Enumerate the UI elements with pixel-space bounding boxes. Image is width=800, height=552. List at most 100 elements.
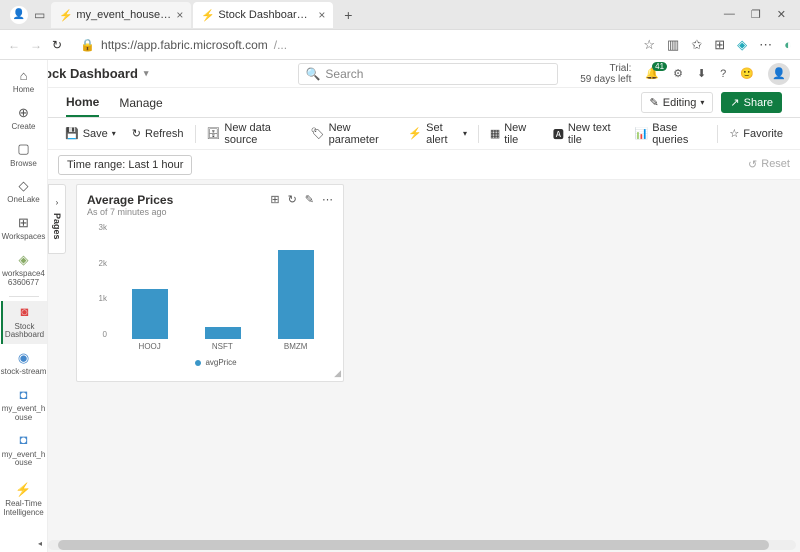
time-range-selector[interactable]: Time range: Last 1 hour: [58, 155, 192, 175]
separator: [9, 296, 39, 297]
url-text: https://app.fabric.microsoft.com: [101, 38, 268, 52]
url-path: /...: [274, 38, 287, 52]
rail-create[interactable]: ⊕ Create: [1, 101, 47, 136]
settings-icon[interactable]: ⚙: [673, 67, 683, 80]
more-tile-icon[interactable]: ⋯: [322, 193, 333, 206]
scroll-left-icon[interactable]: ◂: [38, 539, 42, 548]
url-input[interactable]: 🔒 https://app.fabric.microsoft.com /...: [72, 38, 633, 52]
new-parameter-button[interactable]: 🏷New parameter: [304, 118, 400, 150]
queries-icon: 📊: [635, 127, 649, 140]
reset-button[interactable]: ↺Reset: [748, 158, 790, 171]
edit-tile-icon[interactable]: ✎: [305, 193, 314, 206]
tab-manage[interactable]: Manage: [119, 90, 162, 116]
rail-label: workspace46360677: [1, 270, 47, 288]
profile-icon[interactable]: 👤: [10, 6, 28, 24]
rail-label: Browse: [10, 160, 37, 169]
new-tab-button[interactable]: +: [335, 7, 361, 23]
page-title[interactable]: Stock Dashboard ▾: [31, 66, 148, 81]
pages-panel-toggle[interactable]: › Pages: [48, 184, 66, 254]
star-icon[interactable]: ☆: [643, 37, 655, 53]
forward-icon[interactable]: →: [30, 38, 42, 52]
browser-tab[interactable]: ⚡ Stock Dashboard - Real-Time Inte ×: [193, 2, 333, 28]
save-icon: 💾: [65, 127, 79, 140]
address-bar: ← → ↻ 🔒 https://app.fabric.microsoft.com…: [0, 30, 800, 60]
favorite-button[interactable]: ☆Favorite: [722, 123, 790, 144]
text-tile-icon: 🅰: [553, 126, 564, 142]
new-text-tile-button[interactable]: 🅰New text tile: [546, 118, 626, 150]
search-input[interactable]: 🔍 Search: [298, 63, 558, 85]
explore-icon[interactable]: ⊞: [270, 193, 279, 206]
rail-onelake[interactable]: ◇ OneLake: [1, 174, 47, 209]
more-icon[interactable]: ⋯: [759, 37, 772, 53]
tab-home[interactable]: Home: [66, 89, 99, 117]
pages-label: Pages: [52, 213, 62, 240]
workspaces-icon: ⊞: [16, 215, 32, 231]
parameter-icon: 🏷: [311, 127, 325, 140]
close-window-icon[interactable]: ✕: [777, 8, 786, 21]
tile-icon: ▦: [490, 127, 500, 140]
horizontal-scrollbar[interactable]: ◂ ▸: [48, 540, 796, 550]
minimize-icon[interactable]: —: [724, 8, 735, 21]
refresh-button[interactable]: ↻Refresh: [125, 123, 191, 144]
rail-label: stock-stream: [1, 368, 47, 377]
browser-tab[interactable]: ⚡ my_event_house - Real-Time Inte ×: [51, 2, 191, 28]
rail-stock-dashboard[interactable]: ◙Stock Dashboard: [1, 301, 47, 345]
ext-icon[interactable]: ◈: [737, 37, 747, 53]
toolbar: 💾Save▾ ↻Refresh 🗄New data source 🏷New pa…: [48, 118, 800, 150]
chevron-right-icon: ›: [56, 198, 59, 207]
plus-icon: ⊕: [16, 105, 32, 121]
rail-stock-stream[interactable]: ◉stock-stream: [1, 346, 47, 381]
trial-status: Trial: 59 days left: [580, 63, 631, 85]
new-tile-button[interactable]: ▦New tile: [483, 118, 544, 150]
home-icon: ⌂: [16, 68, 32, 84]
base-queries-button[interactable]: 📊Base queries: [628, 118, 714, 150]
rail-label: Create: [11, 123, 35, 132]
close-icon[interactable]: ×: [176, 8, 183, 22]
user-avatar[interactable]: 👤: [768, 63, 790, 85]
reset-icon: ↺: [748, 158, 757, 171]
chevron-down-icon[interactable]: ▾: [144, 68, 149, 79]
set-alert-button[interactable]: ⚡Set alert▾: [401, 118, 474, 150]
legend: avgPrice: [99, 358, 333, 367]
close-icon[interactable]: ×: [318, 8, 325, 22]
refresh-tile-icon[interactable]: ↻: [288, 193, 297, 206]
extensions-icon[interactable]: ⊞: [714, 37, 725, 53]
maximize-icon[interactable]: ❐: [751, 8, 761, 21]
chart-tile[interactable]: Average Prices As of 7 minutes ago ⊞ ↻ ✎…: [76, 184, 344, 382]
browser-tab-bar: 👤 ▭ ⚡ my_event_house - Real-Time Inte × …: [0, 0, 800, 30]
share-button[interactable]: ↗Share: [721, 92, 782, 113]
collections-icon[interactable]: ▥: [667, 37, 679, 53]
back-icon[interactable]: ←: [8, 38, 20, 52]
rail-workspace4[interactable]: ◈workspace46360677: [1, 248, 47, 292]
bar: [132, 289, 168, 339]
feedback-icon[interactable]: 🙂: [740, 67, 754, 80]
tab-actions-icon[interactable]: ▭: [34, 8, 45, 22]
onelake-icon: ◇: [16, 178, 32, 194]
editing-button[interactable]: ✎Editing▾: [641, 92, 714, 113]
copilot-icon[interactable]: ◐: [784, 37, 792, 52]
time-range-bar: Time range: Last 1 hour ↺Reset: [48, 150, 800, 180]
bar-chart: 0 1k 2k 3k HOOJ NSFT BMZM avgPrice: [99, 223, 333, 363]
scrollbar-thumb[interactable]: [58, 540, 769, 550]
tile-subtitle: As of 7 minutes ago: [87, 207, 173, 217]
resize-handle[interactable]: ◢: [334, 368, 341, 379]
favorites-icon[interactable]: ✩: [691, 37, 702, 53]
y-axis: 0 1k 2k 3k: [93, 223, 107, 339]
rail-browse[interactable]: ▢Browse: [1, 138, 47, 173]
new-data-source-button[interactable]: 🗄New data source: [199, 118, 301, 150]
refresh-icon[interactable]: ↻: [52, 38, 62, 52]
bar: [278, 250, 314, 339]
rail-label: Real-Time Intelligence: [1, 500, 47, 518]
save-button[interactable]: 💾Save▾: [58, 123, 123, 144]
help-icon[interactable]: ?: [720, 68, 726, 80]
notifications-icon[interactable]: 🔔41: [645, 67, 659, 80]
rail-event-house-1[interactable]: ◘my_event_house: [1, 383, 47, 427]
rail-workspaces[interactable]: ⊞Workspaces: [1, 211, 47, 246]
rail-label: OneLake: [7, 196, 39, 205]
rail-rti[interactable]: ⚡Real-Time Intelligence: [1, 478, 47, 522]
eventhouse-icon: ◘: [16, 433, 32, 449]
download-icon[interactable]: ⬇: [697, 67, 706, 80]
rail-label: Stock Dashboard: [3, 323, 47, 341]
rail-event-house-2[interactable]: ◘my_event_house: [1, 429, 47, 473]
rail-home[interactable]: ⌂Home: [1, 64, 47, 99]
